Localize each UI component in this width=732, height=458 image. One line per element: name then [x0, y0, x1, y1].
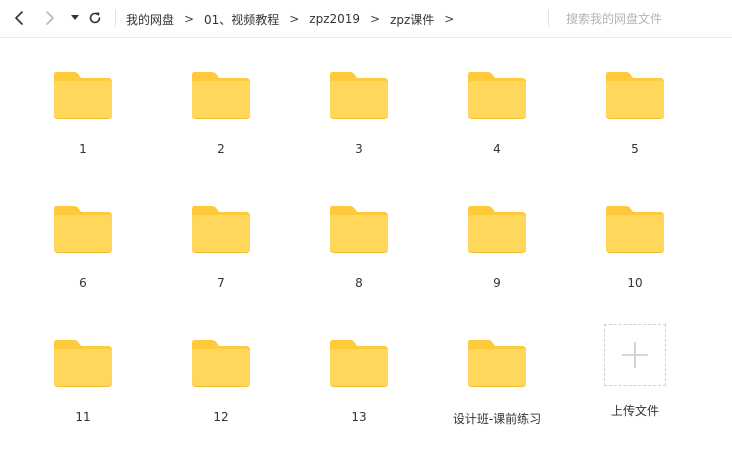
- folder-name: 6: [79, 276, 87, 290]
- folder-item-8[interactable]: 9: [428, 190, 566, 324]
- folder-item-6[interactable]: 7: [152, 190, 290, 324]
- folder-item-1[interactable]: 2: [152, 56, 290, 190]
- toolbar-divider: [115, 10, 116, 27]
- folder-icon: [468, 206, 526, 253]
- folder-icon: [54, 206, 112, 253]
- folder-name: 1: [79, 142, 87, 156]
- toolbar: 我的网盘 > 01、视频教程 > zpz2019 > zpz课件 >: [0, 0, 732, 38]
- folder-name: 9: [493, 276, 501, 290]
- folder-icon: [330, 206, 388, 253]
- breadcrumb-item-my-drive[interactable]: 我的网盘: [126, 11, 174, 28]
- folder-icon: [192, 72, 250, 119]
- folder-name: 11: [75, 410, 91, 424]
- folder-item-11[interactable]: 12: [152, 324, 290, 458]
- breadcrumb-separator: >: [444, 12, 455, 26]
- upload-label: 上传文件: [610, 404, 659, 418]
- chevron-left-icon: [15, 11, 23, 25]
- search-divider: [548, 10, 549, 27]
- history-dropdown-button[interactable]: [65, 8, 85, 28]
- upload-button[interactable]: [604, 324, 666, 386]
- folder-name: 8: [355, 276, 363, 290]
- folder-name: 2: [217, 142, 225, 156]
- folder-item-10[interactable]: 11: [14, 324, 152, 458]
- refresh-icon: [89, 12, 101, 24]
- folder-name: 10: [627, 276, 643, 290]
- back-button[interactable]: [10, 8, 30, 28]
- breadcrumb-item-video-tutorials[interactable]: 01、视频教程: [204, 11, 279, 28]
- refresh-button[interactable]: [85, 8, 105, 28]
- folder-item-5[interactable]: 6: [14, 190, 152, 324]
- folder-icon: [192, 340, 250, 387]
- folder-name: 13: [351, 410, 367, 424]
- folder-icon: [606, 72, 664, 119]
- folder-item-13[interactable]: 设计班-课前练习: [428, 324, 566, 458]
- folder-item-2[interactable]: 3: [290, 56, 428, 190]
- folder-icon: [330, 72, 388, 119]
- folder-icon: [330, 340, 388, 387]
- folder-item-0[interactable]: 1: [14, 56, 152, 190]
- folder-name: 4: [493, 142, 501, 156]
- folder-icon: [54, 340, 112, 387]
- folder-item-9[interactable]: 10: [566, 190, 704, 324]
- folder-icon: [192, 206, 250, 253]
- folder-icon: [54, 72, 112, 119]
- upload-file-item[interactable]: 上传文件: [566, 324, 704, 458]
- folder-name: 5: [631, 142, 639, 156]
- folder-name: 3: [355, 142, 363, 156]
- breadcrumb-separator: >: [370, 12, 381, 26]
- folder-item-4[interactable]: 5: [566, 56, 704, 190]
- folder-item-7[interactable]: 8: [290, 190, 428, 324]
- folder-name: 设计班-课前练习: [452, 412, 542, 426]
- folder-item-3[interactable]: 4: [428, 56, 566, 190]
- forward-button[interactable]: [40, 8, 60, 28]
- folder-icon: [606, 206, 664, 253]
- plus-icon: [622, 342, 648, 368]
- breadcrumb-item-zpz2019[interactable]: zpz2019: [309, 12, 360, 26]
- chevron-right-icon: [46, 11, 54, 25]
- folder-icon: [468, 340, 526, 387]
- folder-icon: [468, 72, 526, 119]
- breadcrumb: 我的网盘 > 01、视频教程 > zpz2019 > zpz课件 >: [126, 0, 464, 38]
- breadcrumb-item-zpz-courseware[interactable]: zpz课件: [390, 11, 434, 28]
- breadcrumb-separator: >: [289, 12, 300, 26]
- search-input[interactable]: [566, 10, 716, 28]
- breadcrumb-separator: >: [183, 12, 195, 26]
- folder-name: 12: [213, 410, 229, 424]
- file-grid: 1 2 3 4 5 6 7 8 9 10 11 12 13 设计班-课前练习 上…: [14, 56, 704, 458]
- folder-name: 7: [217, 276, 225, 290]
- caret-down-icon: [71, 15, 79, 20]
- folder-item-12[interactable]: 13: [290, 324, 428, 458]
